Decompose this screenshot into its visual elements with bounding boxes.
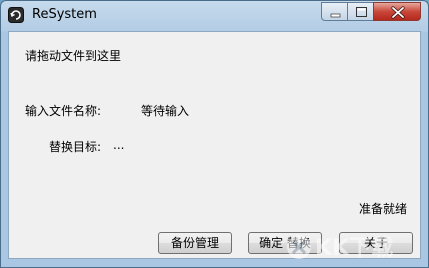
- status-text: 准备就绪: [359, 202, 408, 216]
- close-window-button[interactable]: [373, 2, 421, 21]
- drop-area[interactable]: 请拖动文件到这里 输入文件名称: 等待输入 替换目标: ... 准备就绪: [8, 31, 421, 259]
- window-title: ReSystem: [32, 7, 97, 22]
- maximize-button[interactable]: [347, 2, 374, 21]
- close-icon: [391, 6, 405, 19]
- backup-manage-button[interactable]: 备份管理: [158, 232, 232, 254]
- title-bar[interactable]: ReSystem: [1, 1, 428, 31]
- app-icon: [8, 7, 24, 23]
- app-window: ReSystem 请拖动文件到这里 输入文件名称: 等待输入 替换目标: ...…: [0, 0, 429, 268]
- replace-target-value: ...: [113, 138, 125, 152]
- input-file-value: 等待输入: [141, 104, 190, 118]
- drag-instruction: 请拖动文件到这里: [25, 49, 122, 63]
- watermark-text: KK下载: [315, 235, 393, 261]
- input-file-label: 输入文件名称:: [25, 104, 102, 118]
- maximize-icon: [356, 7, 367, 17]
- minimize-icon: [330, 13, 341, 18]
- replace-target-label: 替换目标:: [49, 140, 102, 154]
- watermark-logo: KK下载: [287, 235, 393, 261]
- minimize-button[interactable]: [321, 2, 348, 21]
